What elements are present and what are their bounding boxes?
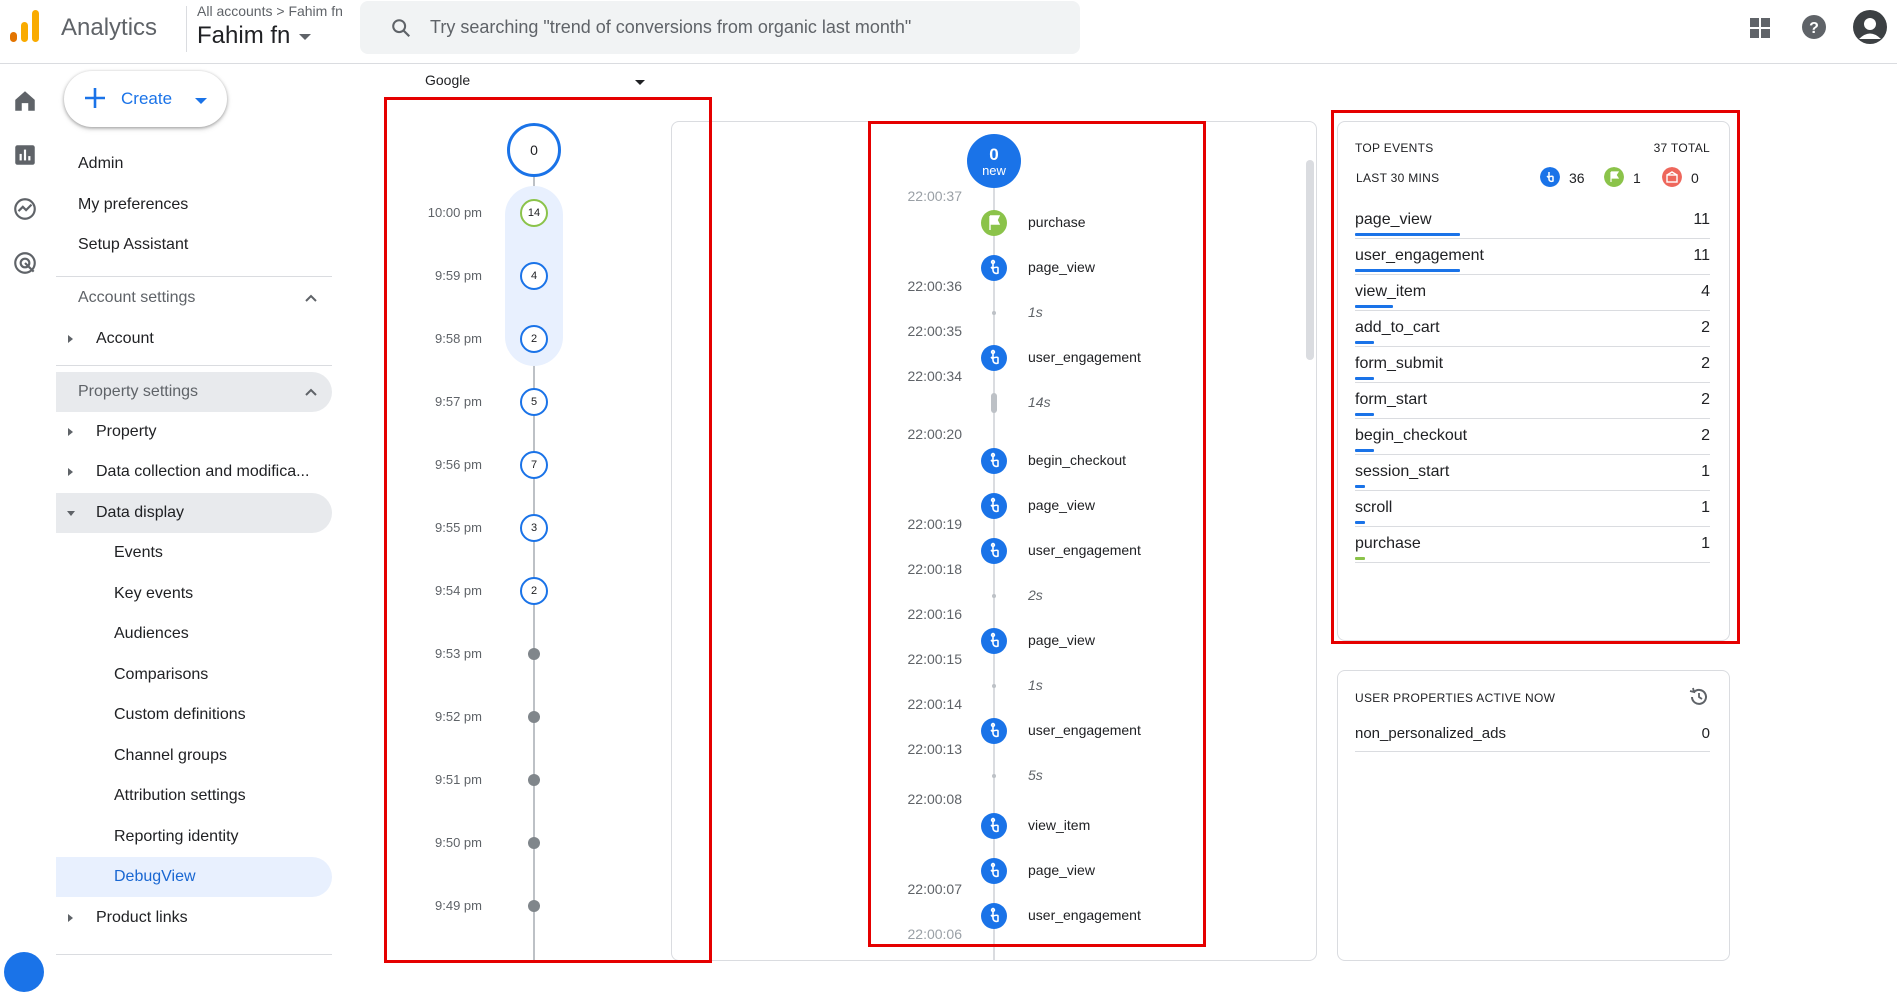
history-icon[interactable] bbox=[1688, 686, 1710, 708]
sidebar-item-label: Data collection and modifica... bbox=[96, 463, 310, 480]
expand-arrow-icon bbox=[68, 428, 73, 436]
sidebar-item-admin[interactable]: Admin bbox=[56, 144, 332, 184]
expand-arrow-icon bbox=[68, 468, 73, 476]
divider bbox=[186, 6, 187, 52]
chevron-down-icon[interactable] bbox=[195, 98, 207, 104]
apps-grid-icon[interactable] bbox=[1748, 16, 1772, 40]
sidebar-item-product-links[interactable]: Product links bbox=[56, 898, 332, 938]
divider bbox=[56, 276, 332, 277]
section-label: Account settings bbox=[78, 289, 196, 306]
sidebar-item-property[interactable]: Property bbox=[56, 412, 332, 452]
user-property-value: 0 bbox=[1701, 725, 1710, 742]
sidebar-item-label: Audiences bbox=[114, 625, 189, 642]
search-icon bbox=[392, 19, 411, 38]
sidebar-item-label: My preferences bbox=[78, 196, 189, 213]
highlight-box-top-events bbox=[1331, 110, 1740, 644]
create-button[interactable]: Create bbox=[64, 71, 227, 127]
sidebar-item-label: DebugView bbox=[114, 868, 196, 885]
section-property-settings[interactable]: Property settings bbox=[56, 372, 332, 412]
search-bar[interactable] bbox=[360, 1, 1080, 54]
sidebar-item-comparisons[interactable]: Comparisons bbox=[56, 655, 332, 695]
sidebar-item-data-collection[interactable]: Data collection and modifica... bbox=[56, 452, 332, 492]
sidebar-item-reporting-identity[interactable]: Reporting identity bbox=[56, 817, 332, 857]
search-input[interactable] bbox=[430, 11, 1050, 43]
sidebar-item-label: Property bbox=[96, 423, 157, 440]
sidebar-item-data-display[interactable]: Data display bbox=[56, 493, 332, 533]
sidebar-item-label: Data display bbox=[96, 504, 185, 521]
svg-text:?: ? bbox=[1809, 20, 1819, 37]
user-properties-title: USER PROPERTIES ACTIVE NOW bbox=[1355, 691, 1556, 705]
sidebar-item-label: Attribution settings bbox=[114, 787, 246, 804]
create-label: Create bbox=[121, 89, 173, 108]
chevron-up-icon bbox=[305, 388, 317, 396]
collapse-arrow-icon bbox=[67, 511, 75, 516]
sidebar-item-audiences[interactable]: Audiences bbox=[56, 614, 332, 654]
user-avatar-icon bbox=[1859, 18, 1881, 39]
divider bbox=[56, 365, 332, 366]
sidebar-item-label: Account bbox=[96, 330, 154, 347]
user-properties-card bbox=[1337, 670, 1730, 961]
account-selector[interactable]: Fahim fn bbox=[197, 22, 290, 50]
expand-arrow-icon bbox=[68, 335, 73, 343]
sidebar-item-label: Channel groups bbox=[114, 747, 227, 764]
home-icon[interactable] bbox=[12, 88, 38, 114]
sidebar-item-key-events[interactable]: Key events bbox=[56, 574, 332, 614]
sidebar-item-label: Reporting identity bbox=[114, 828, 239, 845]
advertising-icon[interactable] bbox=[12, 250, 38, 276]
analytics-logo-icon[interactable] bbox=[10, 10, 42, 42]
device-select[interactable]: Google bbox=[425, 72, 645, 94]
highlight-box-minutes bbox=[384, 97, 712, 963]
sidebar-item-account[interactable]: Account bbox=[56, 319, 332, 359]
sidebar-item-my-preferences[interactable]: My preferences bbox=[56, 185, 332, 225]
reports-icon[interactable] bbox=[12, 142, 38, 168]
highlight-box-seconds bbox=[868, 121, 1206, 947]
user-property-name: non_personalized_ads bbox=[1355, 725, 1506, 742]
sidebar-item-label: Custom definitions bbox=[114, 706, 246, 723]
help-icon[interactable]: ? bbox=[1801, 14, 1827, 40]
sidebar-item-label: Admin bbox=[78, 155, 124, 172]
chevron-up-icon bbox=[305, 294, 317, 302]
user-property-row[interactable]: non_personalized_ads 0 bbox=[1355, 718, 1710, 752]
section-label: Property settings bbox=[78, 383, 199, 400]
expand-arrow-icon bbox=[68, 914, 73, 922]
chevron-down-icon[interactable] bbox=[635, 80, 645, 85]
sidebar-item-attribution-settings[interactable]: Attribution settings bbox=[56, 776, 332, 816]
sidebar-item-label: Key events bbox=[114, 585, 194, 602]
plus-icon bbox=[85, 88, 105, 108]
sidebar-item-debugview[interactable]: DebugView bbox=[56, 857, 332, 897]
breadcrumb[interactable]: All accounts > Fahim fn bbox=[197, 3, 343, 19]
scrollbar[interactable] bbox=[1306, 160, 1314, 360]
app-name: Analytics bbox=[61, 14, 158, 41]
chevron-down-icon[interactable] bbox=[299, 34, 311, 40]
sidebar-item-label: Setup Assistant bbox=[78, 236, 189, 253]
settings-fab-icon[interactable] bbox=[4, 952, 44, 992]
sidebar-item-events[interactable]: Events bbox=[56, 533, 332, 573]
sidebar-item-custom-definitions[interactable]: Custom definitions bbox=[56, 695, 332, 735]
sidebar-item-label: Product links bbox=[96, 909, 188, 926]
avatar[interactable] bbox=[1853, 10, 1887, 44]
sidebar-item-channel-groups[interactable]: Channel groups bbox=[56, 736, 332, 776]
divider bbox=[56, 954, 332, 955]
sidebar-item-label: Comparisons bbox=[114, 666, 209, 683]
sidebar-item-setup-assistant[interactable]: Setup Assistant bbox=[56, 225, 332, 265]
sidebar-item-label: Events bbox=[114, 544, 163, 561]
top-bar: Analytics All accounts > Fahim fn Fahim … bbox=[0, 0, 1897, 64]
explore-icon[interactable] bbox=[12, 196, 38, 222]
section-account-settings[interactable]: Account settings bbox=[56, 278, 332, 318]
